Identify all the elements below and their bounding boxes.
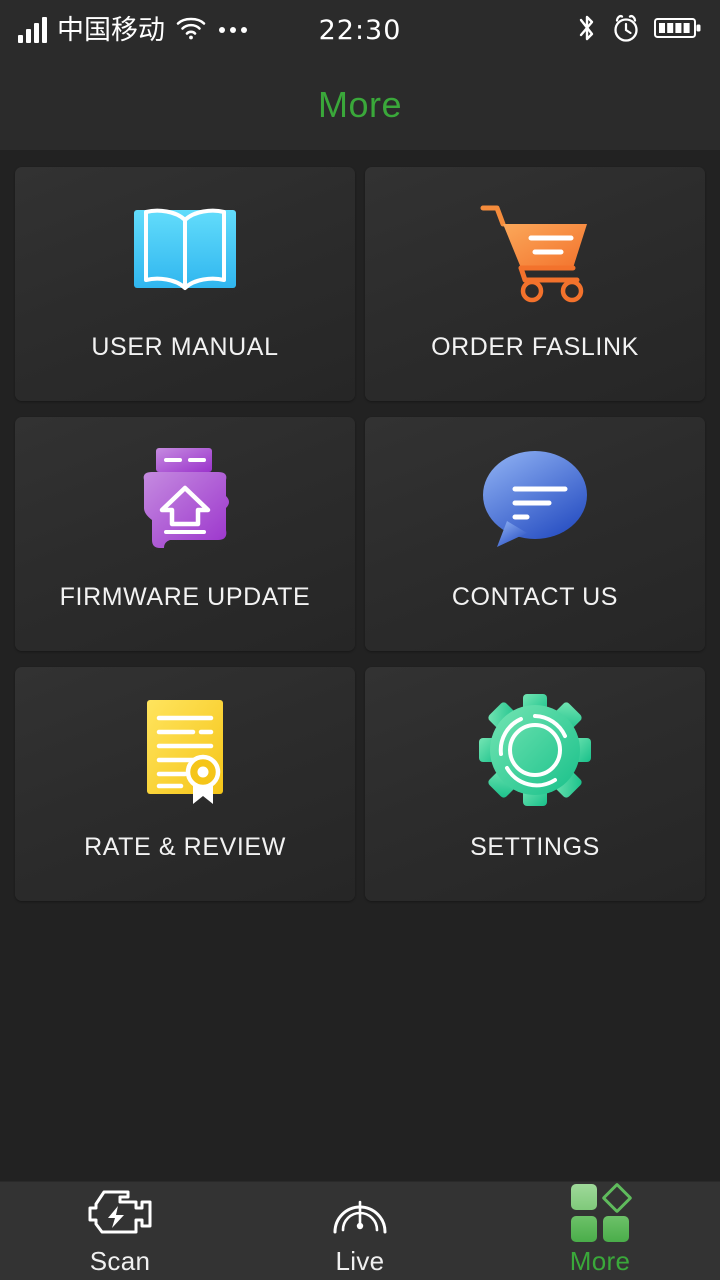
grid-square-bottom-left (571, 1215, 597, 1242)
certificate-icon (137, 675, 233, 825)
grid-square-top-left (571, 1183, 597, 1210)
menu-card-firmware-update[interactable]: FIRMWARE UPDATE (15, 417, 355, 651)
tab-label: More (569, 1245, 631, 1276)
menu-card-label: FIRMWARE UPDATE (59, 583, 311, 611)
grid-diamond-top-right (603, 1184, 629, 1210)
menu-card-rate-review[interactable]: RATE & REVIEW (15, 667, 355, 901)
tab-label: Live (335, 1245, 385, 1276)
firmware-upload-icon (130, 425, 240, 575)
menu-card-order-faslink[interactable]: ORDER FASLINK (365, 167, 705, 401)
menu-card-contact-us[interactable]: CONTACT US (365, 417, 705, 651)
tab-live[interactable]: Live (240, 1182, 480, 1280)
alarm-clock-icon (610, 12, 642, 49)
battery-full-icon (654, 16, 702, 45)
menu-card-label: USER MANUAL (91, 333, 279, 361)
page-header: More (0, 60, 720, 150)
carrier-name: 中国移动 (57, 14, 165, 46)
tab-label: Scan (89, 1245, 151, 1276)
menu-grid: USER MANUAL ORDER FASLINK FIRMWARE UPDAT… (15, 167, 705, 901)
tab-more[interactable]: More (480, 1182, 720, 1280)
signal-bars-icon (18, 17, 47, 43)
status-bar: 中国移动 22:30 (0, 0, 720, 60)
engine-icon (84, 1186, 156, 1240)
wifi-icon (175, 15, 207, 46)
gear-icon (477, 675, 593, 825)
bluetooth-icon (576, 12, 598, 49)
status-bar-right (576, 12, 702, 49)
grid-more-icon (571, 1183, 629, 1242)
menu-card-label: SETTINGS (470, 833, 600, 861)
bottom-tab-bar: Scan Live More (0, 1181, 720, 1280)
grid-square-bottom-right (603, 1215, 629, 1242)
chat-bubble-icon (477, 425, 593, 575)
menu-card-label: RATE & REVIEW (84, 833, 286, 861)
menu-card-label: ORDER FASLINK (431, 333, 639, 361)
menu-card-label: CONTACT US (451, 583, 619, 611)
tab-scan[interactable]: Scan (0, 1182, 240, 1280)
open-book-icon (126, 175, 244, 325)
shopping-cart-icon (473, 175, 597, 325)
status-bar-left: 中国移动 (18, 15, 247, 46)
menu-card-user-manual[interactable]: USER MANUAL (15, 167, 355, 401)
app-screen: 中国移动 22:30 More USER MANUAL ORDER FASLIN… (0, 0, 720, 1280)
page-title: More (317, 84, 403, 125)
speedometer-icon (329, 1186, 391, 1240)
ellipsis-icon (219, 27, 247, 33)
menu-card-settings[interactable]: SETTINGS (365, 667, 705, 901)
